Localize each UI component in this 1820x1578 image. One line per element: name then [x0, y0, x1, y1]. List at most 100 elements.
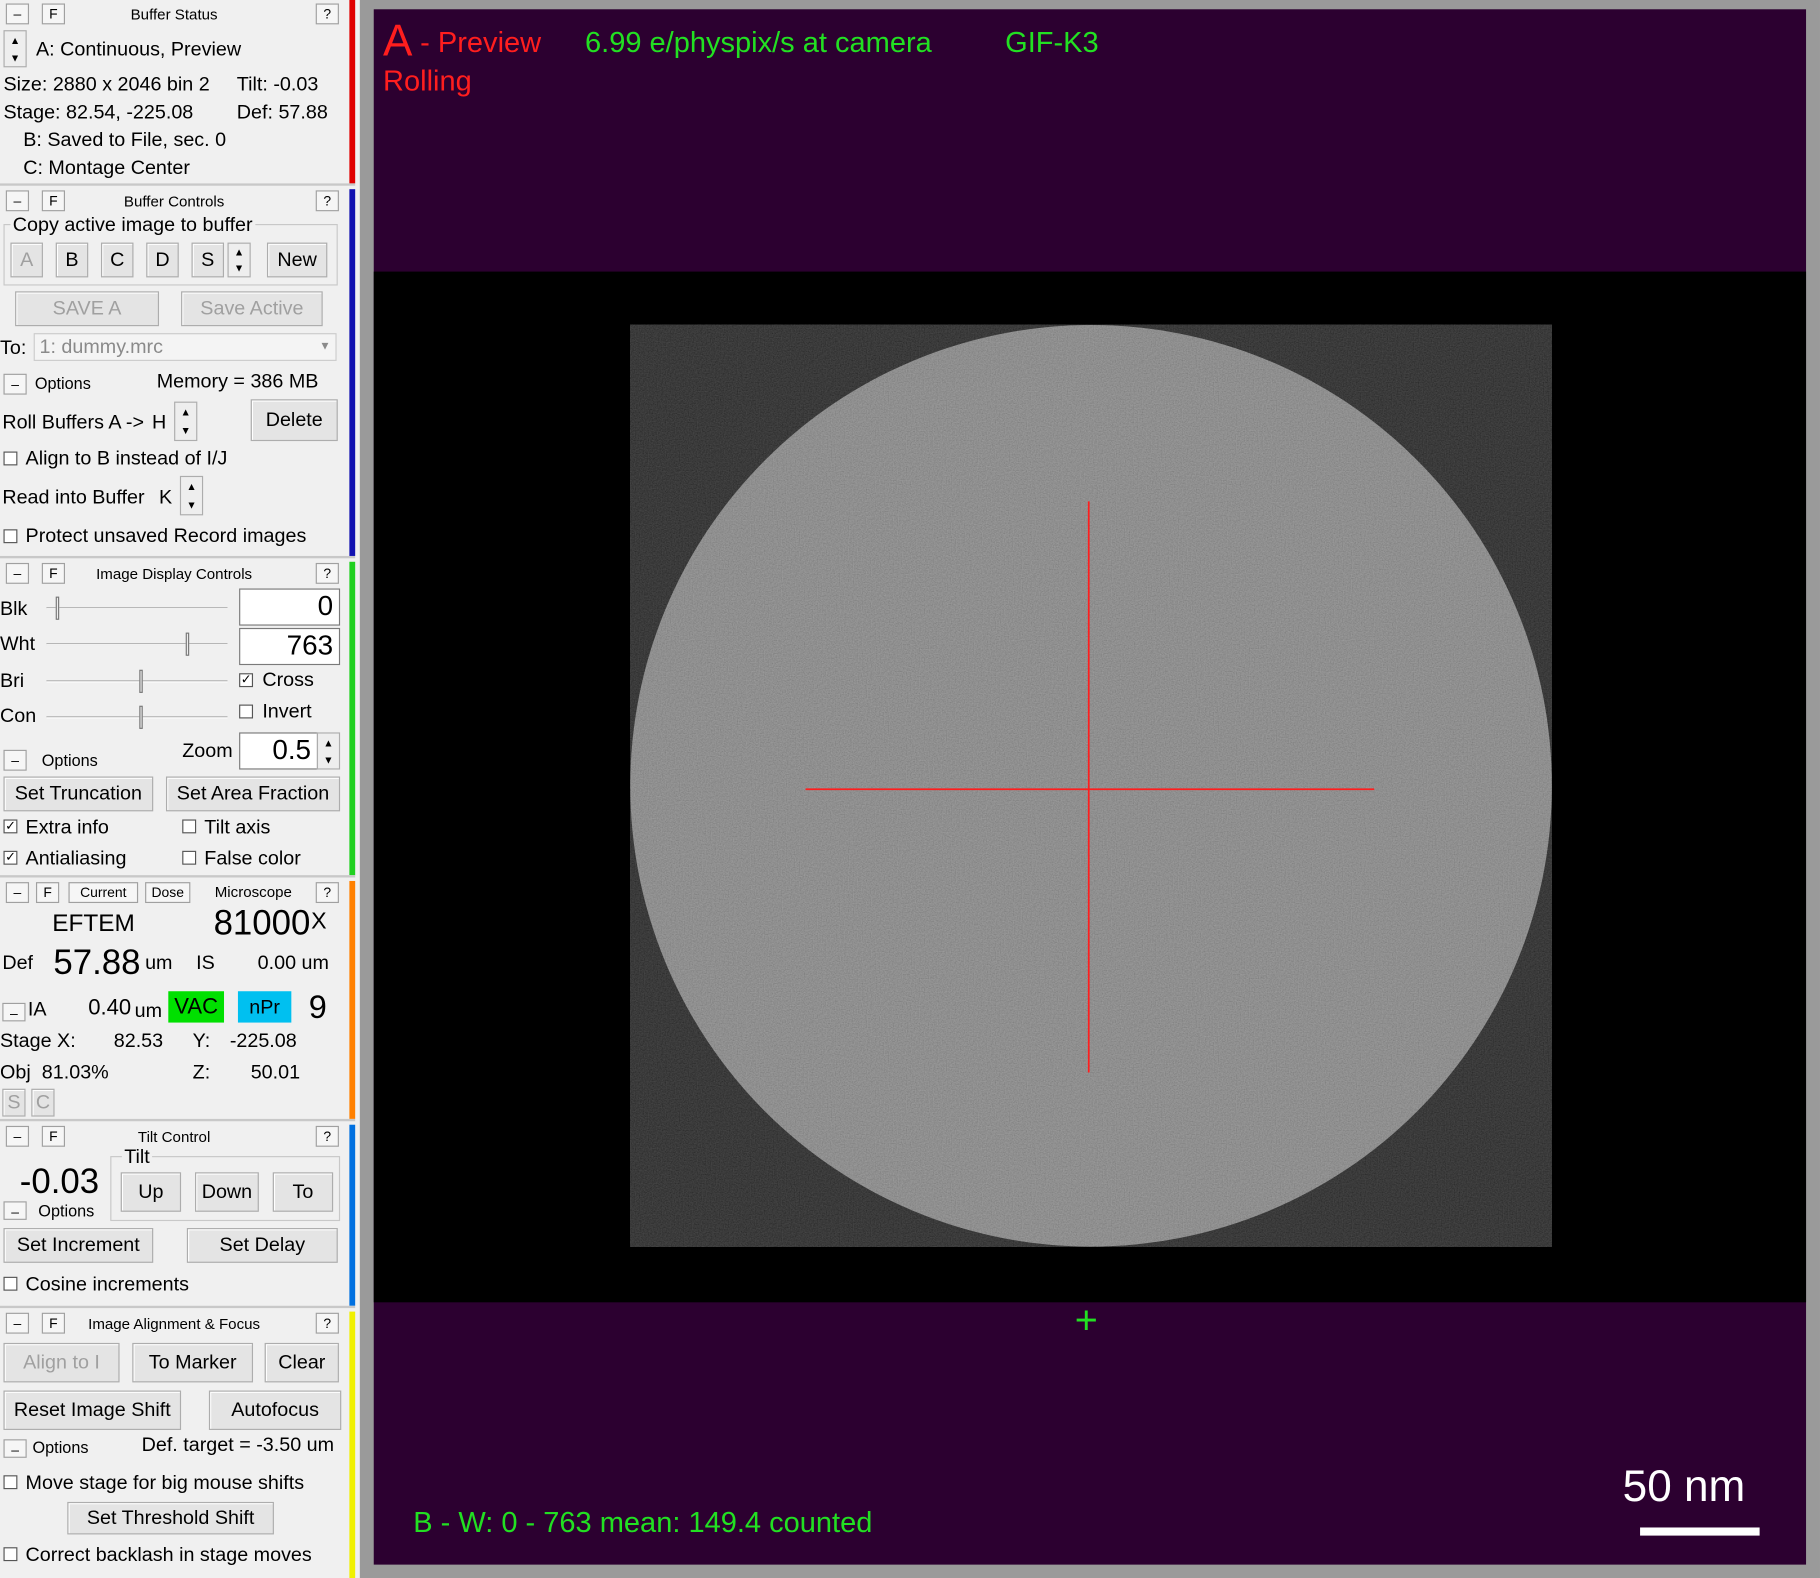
options-toggle[interactable]: –: [3, 1439, 27, 1458]
float-button[interactable]: F: [35, 882, 60, 904]
reset-image-shift-button[interactable]: Reset Image Shift: [3, 1390, 182, 1430]
image-canvas[interactable]: A - Preview Rolling 6.99 e/physpix/s at …: [373, 9, 1807, 1565]
invert-checkbox[interactable]: [239, 704, 254, 719]
help-button[interactable]: ?: [315, 882, 339, 904]
ia-label: IA: [27, 998, 47, 1021]
copy-to-d-button[interactable]: D: [146, 242, 179, 278]
buffer-spinner[interactable]: ▲ ▼: [3, 30, 27, 68]
white-slider-thumb[interactable]: [185, 632, 190, 656]
set-delay-button[interactable]: Set Delay: [186, 1228, 338, 1263]
objective-label: Obj: [0, 1060, 31, 1083]
black-slider[interactable]: [46, 607, 228, 610]
roll-buffers-spinner[interactable]: ▲ ▼: [174, 401, 198, 442]
read-buffer-spinner[interactable]: ▲ ▼: [179, 475, 204, 516]
image-area[interactable]: [373, 271, 1807, 1303]
protect-checkbox[interactable]: [3, 529, 18, 544]
options-toggle[interactable]: –: [2, 1002, 26, 1022]
help-button[interactable]: ?: [315, 3, 339, 25]
collapse-button[interactable]: –: [5, 882, 30, 904]
antialiasing-checkbox[interactable]: ✓: [3, 850, 18, 865]
dose-button[interactable]: Dose: [145, 882, 191, 904]
autofocus-button[interactable]: Autofocus: [208, 1390, 342, 1430]
roll-buffers-value: H: [152, 410, 167, 433]
buffer-s-spinner[interactable]: ▲ ▼: [227, 242, 251, 278]
mag-unit: X: [311, 908, 327, 935]
dose-rate: 6.99 e/physpix/s at camera: [584, 26, 932, 60]
black-label: Blk: [0, 597, 28, 620]
c-button[interactable]: C: [31, 1088, 55, 1117]
help-button[interactable]: ?: [315, 1312, 339, 1334]
vacuum-indicator: VAC: [168, 991, 225, 1023]
buffer-letter: A: [383, 17, 413, 67]
align-to-button[interactable]: Align to I: [3, 1342, 120, 1383]
help-button[interactable]: ?: [315, 1125, 339, 1147]
cross-checkbox[interactable]: ✓: [239, 673, 254, 688]
tilt-axis-checkbox[interactable]: [182, 819, 197, 834]
output-file-select[interactable]: 1: dummy.mrc ▼: [33, 333, 337, 361]
set-area-fraction-button[interactable]: Set Area Fraction: [165, 776, 341, 812]
help-button[interactable]: ?: [315, 190, 339, 212]
read-into-buffer-label: Read into Buffer: [2, 486, 145, 509]
black-value-field[interactable]: 0: [239, 588, 341, 626]
buffer-controls-title: Buffer Controls: [123, 192, 225, 211]
tilt-to-button[interactable]: To: [272, 1172, 334, 1212]
down-arrow-icon[interactable]: ▼: [318, 751, 339, 768]
set-increment-button[interactable]: Set Increment: [3, 1228, 154, 1263]
up-arrow-icon[interactable]: ▲: [318, 734, 339, 751]
s-button[interactable]: S: [2, 1088, 26, 1117]
brightness-slider[interactable]: [46, 680, 228, 683]
zoom-spinner[interactable]: ▲ ▼: [316, 732, 341, 770]
current-button[interactable]: Current: [68, 882, 139, 904]
extra-info-checkbox[interactable]: ✓: [3, 819, 18, 834]
down-arrow-icon[interactable]: ▼: [229, 260, 250, 276]
contrast-slider[interactable]: [46, 716, 228, 719]
white-value-field[interactable]: 763: [239, 627, 341, 666]
down-arrow-icon[interactable]: ▼: [181, 496, 202, 515]
scale-bar-label: 50 nm: [1622, 1462, 1746, 1512]
move-stage-checkbox[interactable]: [3, 1475, 18, 1490]
delete-button[interactable]: Delete: [250, 399, 338, 442]
options-toggle[interactable]: –: [3, 749, 27, 771]
tilt-down-button[interactable]: Down: [194, 1172, 259, 1212]
panel-color-bar: [349, 1124, 356, 1306]
panel-color-bar: [349, 561, 356, 876]
align-focus-title: Image Alignment & Focus: [88, 1315, 261, 1333]
copy-to-s-button[interactable]: S: [191, 242, 225, 278]
up-arrow-icon[interactable]: ▲: [229, 244, 250, 260]
clear-button[interactable]: Clear: [264, 1342, 339, 1383]
zoom-field[interactable]: 0.5: [239, 732, 319, 770]
backlash-checkbox[interactable]: [3, 1547, 18, 1562]
down-arrow-icon[interactable]: ▼: [175, 421, 196, 440]
options-toggle[interactable]: –: [3, 373, 27, 395]
spot-size-readout: 9: [308, 988, 327, 1025]
up-arrow-icon[interactable]: ▲: [5, 31, 26, 48]
set-truncation-button[interactable]: Set Truncation: [3, 776, 154, 812]
panel-divider: [0, 875, 356, 878]
options-toggle[interactable]: –: [3, 1201, 27, 1220]
up-arrow-icon[interactable]: ▲: [175, 403, 196, 422]
save-a-button[interactable]: SAVE A: [15, 291, 160, 327]
down-arrow-icon[interactable]: ▼: [5, 49, 26, 66]
white-slider[interactable]: [46, 643, 228, 646]
defocus-target: Def. target = -3.50 um: [141, 1433, 335, 1456]
align-b-checkbox[interactable]: [3, 451, 18, 466]
scale-bar: [1640, 1527, 1760, 1536]
panel-divider: [0, 183, 356, 186]
save-active-button[interactable]: Save Active: [181, 291, 323, 327]
copy-to-a-button[interactable]: A: [10, 242, 43, 278]
align-focus-header: – F Image Alignment & Focus ?: [0, 1312, 348, 1335]
contrast-slider-thumb[interactable]: [139, 705, 143, 729]
set-threshold-shift-button[interactable]: Set Threshold Shift: [67, 1501, 274, 1535]
to-marker-button[interactable]: To Marker: [132, 1342, 254, 1383]
help-button[interactable]: ?: [315, 562, 339, 584]
tilt-up-button[interactable]: Up: [120, 1172, 182, 1212]
rolling-status: Rolling: [383, 64, 472, 98]
brightness-slider-thumb[interactable]: [139, 669, 143, 693]
new-buffer-button[interactable]: New: [266, 242, 328, 278]
black-slider-thumb[interactable]: [55, 596, 60, 620]
cosine-checkbox[interactable]: [3, 1276, 18, 1291]
copy-to-b-button[interactable]: B: [55, 242, 89, 278]
copy-to-c-button[interactable]: C: [100, 242, 134, 278]
false-color-checkbox[interactable]: [182, 850, 197, 865]
up-arrow-icon[interactable]: ▲: [181, 477, 202, 496]
